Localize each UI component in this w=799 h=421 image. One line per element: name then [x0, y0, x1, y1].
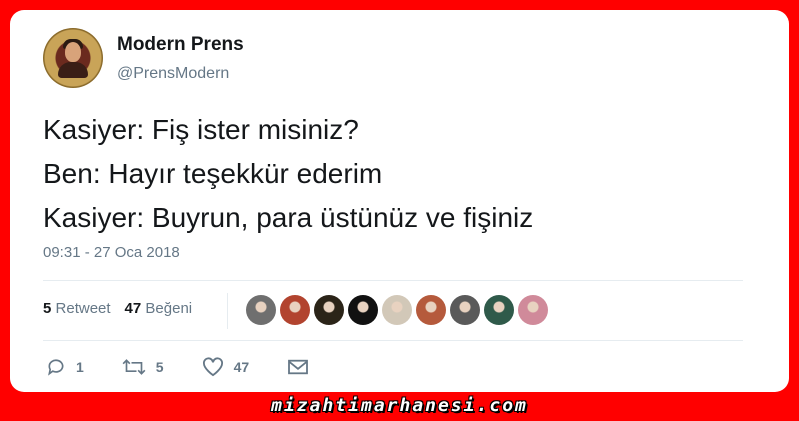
like-button[interactable]: 47 [202, 357, 250, 377]
like-stat[interactable]: 47 Beğeni [125, 300, 193, 317]
like-action-count: 47 [233, 359, 250, 375]
liker-avatar[interactable] [314, 295, 344, 325]
like-count: 47 [124, 300, 142, 317]
liker-avatar[interactable] [518, 295, 548, 325]
retweet-button[interactable]: 5 [122, 357, 164, 377]
avatar-body [58, 62, 88, 78]
divider [43, 280, 743, 281]
stats-row: 5 Retweet 47 Beğeni [43, 300, 192, 317]
tweet-line: Kasiyer: Fiş ister misiniz? [43, 114, 359, 145]
liker-avatar[interactable] [280, 295, 310, 325]
reply-count: 1 [76, 359, 84, 375]
tweet-line: Kasiyer: Buyrun, para üstünüz ve fişiniz [43, 202, 534, 233]
liker-avatar[interactable] [382, 295, 412, 325]
retweet-action-count: 5 [155, 359, 164, 375]
tweet-timestamp[interactable]: 09:31 - 27 Oca 2018 [43, 244, 180, 261]
retweet-icon [122, 359, 146, 375]
retweet-stat[interactable]: 5 Retweet [43, 300, 111, 317]
reply-button[interactable]: 1 [46, 357, 84, 377]
envelope-icon [288, 359, 309, 375]
author-handle[interactable]: @PrensModern [117, 65, 229, 83]
tweet-card: Modern Prens @PrensModern Kasiyer: Fiş i… [10, 10, 789, 392]
heart-icon [202, 357, 223, 377]
watermark: mizahtimarhanesi.com [271, 395, 528, 416]
liker-avatar[interactable] [348, 295, 378, 325]
liker-avatar[interactable] [416, 295, 446, 325]
stats-separator [227, 293, 228, 329]
action-bar: 1 5 47 [46, 357, 347, 377]
liker-avatar[interactable] [450, 295, 480, 325]
liker-avatar[interactable] [484, 295, 514, 325]
tweet-text: Kasiyer: Fiş ister misiniz? Ben: Hayır t… [43, 108, 533, 240]
divider [43, 340, 743, 341]
message-button[interactable] [287, 358, 309, 376]
author-avatar[interactable] [43, 28, 103, 88]
liker-avatar[interactable] [246, 295, 276, 325]
reply-icon [48, 359, 64, 376]
author-name[interactable]: Modern Prens [117, 34, 244, 56]
avatar-face [65, 42, 81, 62]
tweet-line: Ben: Hayır teşekkür ederim [43, 158, 383, 189]
like-label: Beğeni [145, 300, 193, 317]
retweet-label: Retweet [55, 300, 111, 317]
liker-avatars [246, 295, 548, 325]
retweet-count: 5 [43, 300, 52, 317]
